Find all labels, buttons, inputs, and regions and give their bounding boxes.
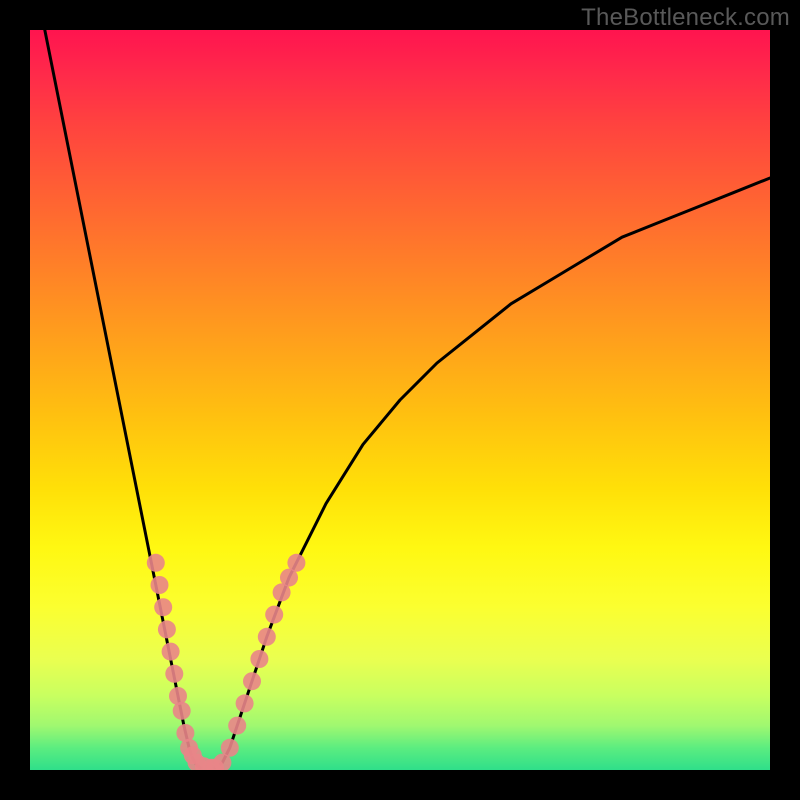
marker-point bbox=[151, 576, 169, 594]
attribution-text: TheBottleneck.com bbox=[581, 4, 790, 32]
marker-point bbox=[250, 650, 268, 668]
marker-point bbox=[165, 665, 183, 683]
marker-point bbox=[162, 643, 180, 661]
marker-point bbox=[154, 598, 172, 616]
marker-point bbox=[265, 606, 283, 624]
marker-point bbox=[158, 620, 176, 638]
marker-point bbox=[221, 739, 239, 757]
marker-point bbox=[173, 702, 191, 720]
marker-point bbox=[228, 717, 246, 735]
curve-right-branch bbox=[215, 178, 770, 768]
curve-group bbox=[45, 30, 770, 768]
marker-point bbox=[243, 672, 261, 690]
marker-point bbox=[287, 554, 305, 572]
marker-point bbox=[236, 694, 254, 712]
marker-point bbox=[258, 628, 276, 646]
chart-frame: TheBottleneck.com bbox=[0, 0, 800, 800]
chart-overlay bbox=[30, 30, 770, 770]
marker-point bbox=[147, 554, 165, 572]
plot-area bbox=[30, 30, 770, 770]
